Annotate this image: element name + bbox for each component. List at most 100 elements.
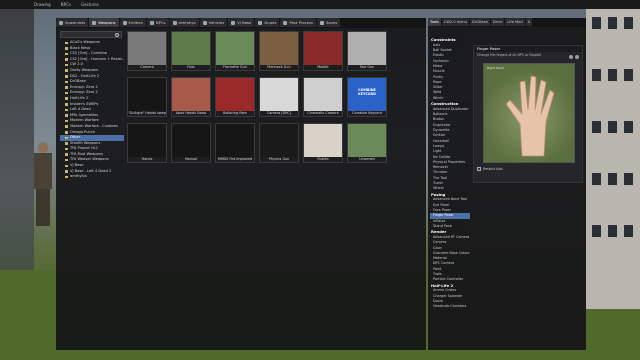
weapon-category-tree: ACoS's Weapons Black Mesa CS2 [Ore] - Comb… xyxy=(60,31,124,347)
weapon-icon[interactable]: Tool Gun xyxy=(347,31,387,71)
weapon-thumbnail xyxy=(348,32,386,65)
weapon-thumbnail xyxy=(216,124,254,157)
weapon-grid: Camera Fists Flechette Gun Manhack Gun Medki… xyxy=(127,31,417,176)
restrict-axis-row[interactable]: Restrict Axis xyxy=(477,167,503,171)
weapon-icon[interactable]: Camera xyxy=(127,31,167,71)
tab-vj-base[interactable]: VJ Base xyxy=(228,18,255,27)
weapon-label: Flechette Gun xyxy=(223,65,247,69)
settings-icon[interactable] xyxy=(569,55,573,59)
top-menu-item[interactable]: Drawing xyxy=(34,2,51,7)
tool-tab[interactable]: U xyxy=(525,18,533,26)
tab-saves[interactable]: Saves xyxy=(317,18,341,27)
weapon-icon[interactable]: Fists xyxy=(171,31,211,71)
weapon-label: Fists xyxy=(187,65,195,69)
tool-icons xyxy=(569,55,579,59)
tab-icon xyxy=(320,20,324,25)
weapon-thumbnail xyxy=(260,32,298,65)
weapon-label: Manhack Gun xyxy=(267,65,291,69)
tab-icon xyxy=(59,20,63,25)
weapon-label: MMDS Fist Improved xyxy=(217,157,253,161)
restrict-axis-checkbox[interactable] xyxy=(477,167,481,171)
weapon-label: Camera [DRC] xyxy=(266,111,292,115)
tab-label: Vehicles xyxy=(208,20,225,25)
preview-label: Right Hand xyxy=(487,66,504,70)
tab-label: Entities xyxy=(128,20,143,25)
tool-tab[interactable]: Life Mod xyxy=(505,18,525,26)
weapon-icon[interactable]: Balloring Ram xyxy=(215,77,255,117)
tool-tab[interactable]: CW2.0 menu xyxy=(441,18,470,26)
tool-tab[interactable]: DrGBase xyxy=(470,18,490,26)
tab-npcs[interactable]: NPCs xyxy=(146,18,169,27)
weapon-thumbnail xyxy=(304,124,342,157)
weapon-label: Rubiks xyxy=(317,157,329,161)
weapon-thumbnail xyxy=(304,32,342,65)
tool-tabs: Tools CW2.0 menu DrGBase Drive Life Mod U xyxy=(428,18,586,27)
tab-icon xyxy=(231,20,236,25)
weapon-thumbnail xyxy=(172,78,210,111)
weapon-icon[interactable]: MMDS Fist Improved xyxy=(215,123,255,163)
tab-simfphys[interactable]: simfphys xyxy=(169,18,199,27)
weapon-icon[interactable]: COMBINE KEYCARD Combine Keycard xyxy=(347,77,387,117)
tab-label: VJ Base xyxy=(237,20,252,25)
context-menu-bar: Drawing NPCs Gestures xyxy=(0,0,640,9)
tab-weapons[interactable]: Weapons xyxy=(89,18,119,27)
weapon-label: "Gullope" Hands swep xyxy=(128,111,166,115)
tab-icon xyxy=(92,20,97,25)
weapon-icon[interactable]: Medkit xyxy=(303,31,343,71)
edit-icon[interactable] xyxy=(575,55,579,59)
weapon-label: Camera xyxy=(140,65,154,69)
weapon-thumbnail: COMBINE KEYCARD xyxy=(348,78,386,111)
tab-label: Post Process xyxy=(289,20,313,25)
weapon-icon[interactable]: Flechette Gun xyxy=(215,31,255,71)
npc-soldier[interactable] xyxy=(32,142,54,226)
weapon-icon[interactable]: Physics Gun xyxy=(259,123,299,163)
weapon-icon[interactable]: Cinematic Camera xyxy=(303,77,343,117)
tool-item[interactable]: Headcrab Canisters xyxy=(430,304,470,309)
tab-icon xyxy=(122,20,127,25)
search-field[interactable] xyxy=(60,31,122,38)
weapon-thumbnail xyxy=(128,78,166,111)
hand-preview[interactable]: Right Hand xyxy=(483,63,575,163)
weapon-thumbnail xyxy=(348,124,386,157)
weapon-label: Manual xyxy=(184,157,198,161)
tab-entities[interactable]: Entities xyxy=(119,18,146,27)
weapon-label: Hands xyxy=(141,157,153,161)
top-menu-item[interactable]: Gestures xyxy=(81,2,99,7)
tool-list: Constraints Axis Ball Socket Elastic Hydraul… xyxy=(430,37,470,347)
tab-icon xyxy=(172,20,177,25)
weapon-label: Combine Keycard xyxy=(352,111,382,115)
tool-item[interactable]: Advanced Bone Tool xyxy=(430,197,470,202)
tab-label: simfphys xyxy=(178,20,196,25)
weapon-label: Apex Hands Swep xyxy=(175,111,207,115)
tab-spawnlists[interactable]: Spawnlists xyxy=(56,18,89,27)
weapon-thumbnail xyxy=(260,124,298,157)
weapon-icon[interactable]: Apex Hands Swep xyxy=(171,77,211,117)
tab-dupes[interactable]: Dupes xyxy=(255,18,280,27)
weapon-icon[interactable]: Rubiks xyxy=(303,123,343,163)
tab-label: NPCs xyxy=(155,20,166,25)
weapon-label: Physics Gun xyxy=(268,157,290,161)
weapon-icon[interactable]: Manual xyxy=(171,123,211,163)
tab-label: Saves xyxy=(326,20,338,25)
weapon-icon[interactable]: Hands xyxy=(127,123,167,163)
tool-tab[interactable]: Drive xyxy=(490,18,505,26)
weapon-icon[interactable]: Camera [DRC] xyxy=(259,77,299,117)
weapon-icon[interactable]: "Gullope" Hands swep xyxy=(127,77,167,117)
weapon-thumbnail xyxy=(172,32,210,65)
tab-vehicles[interactable]: Vehicles xyxy=(199,18,228,27)
background-building xyxy=(586,9,640,309)
tab-post-process[interactable]: Post Process xyxy=(280,18,316,27)
top-menu-item[interactable]: NPCs xyxy=(61,2,71,7)
tab-icon xyxy=(149,20,154,25)
weapon-label: Cinematic Camera xyxy=(307,111,339,115)
weapon-label: Medkit xyxy=(317,65,329,69)
weapon-icon[interactable]: Unarmed xyxy=(347,123,387,163)
search-icon[interactable] xyxy=(115,32,119,37)
tool-tab[interactable]: Tools xyxy=(428,18,441,26)
tree-item[interactable]: amthyfus xyxy=(60,174,124,180)
hand-icon xyxy=(505,75,555,157)
tab-icon xyxy=(258,20,263,25)
weapon-label: Balloring Ram xyxy=(223,111,247,115)
weapon-thumbnail xyxy=(172,124,210,157)
weapon-icon[interactable]: Manhack Gun xyxy=(259,31,299,71)
